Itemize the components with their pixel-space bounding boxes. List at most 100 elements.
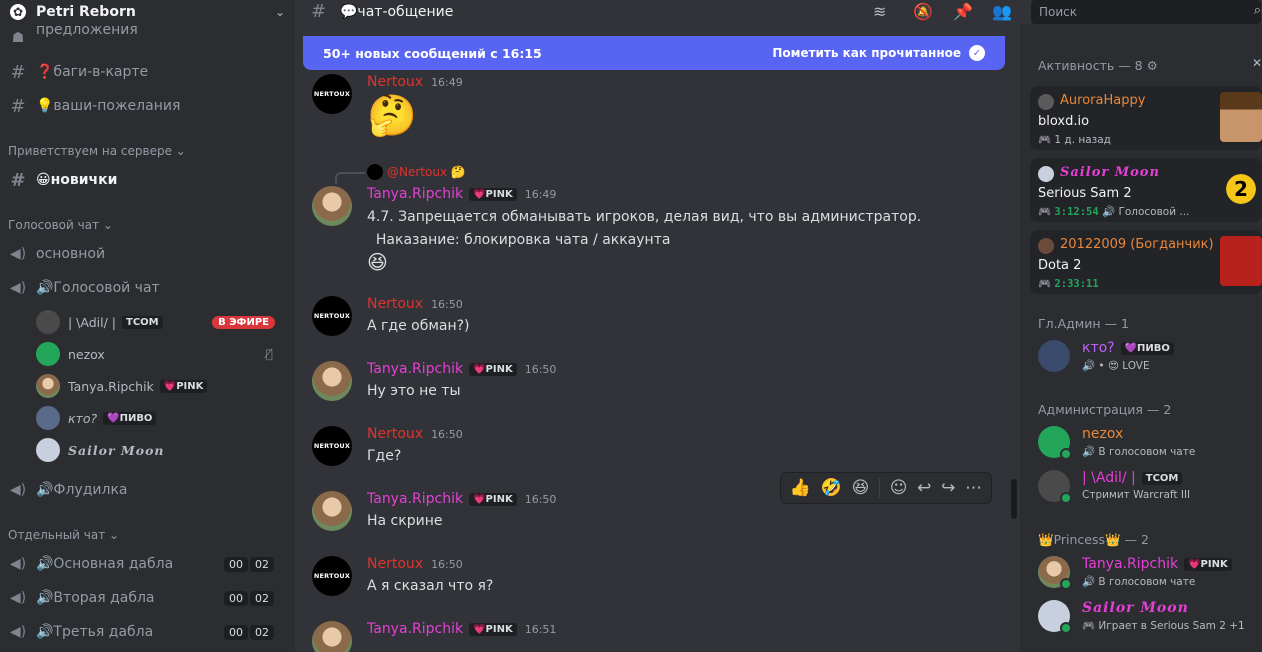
- voice-channel-voicechat[interactable]: ◀) 🔊Голосовой чат: [8, 274, 288, 302]
- mark-as-read-button[interactable]: Пометить как прочитанное: [772, 46, 961, 60]
- laughing-reaction[interactable]: 😆: [852, 478, 870, 498]
- search-box[interactable]: ⌕: [1031, 0, 1261, 24]
- scrollbar[interactable]: [1011, 479, 1017, 519]
- member-name: | \Adil/ | TCOM: [1082, 470, 1183, 486]
- add-reaction-icon[interactable]: ☺: [890, 478, 908, 498]
- category-separate[interactable]: Отдельный чат ⌄: [8, 528, 119, 542]
- online-status-dot: [1060, 578, 1072, 590]
- member-status: 🔊 В голосовом чате: [1082, 576, 1196, 588]
- avatar: [36, 438, 60, 462]
- voice-channel-duo-1[interactable]: ◀) 🔊Основная дабла 00 02: [8, 550, 288, 578]
- avatar[interactable]: NERTOUX: [312, 556, 352, 596]
- member-nezox[interactable]: nezox 🔊 В голосовом чате: [1038, 424, 1262, 460]
- voice-user-sailor[interactable]: Sailor Moon: [36, 437, 281, 463]
- channel-label: 🔊Третья дабла: [36, 624, 154, 640]
- channel-label: основной: [36, 246, 106, 262]
- member-name: Sailor Moon: [1082, 600, 1189, 616]
- voice-user-kto[interactable]: кто? 💜ПИВО: [36, 405, 281, 431]
- avatar: [1038, 238, 1054, 254]
- more-icon[interactable]: ⋯: [965, 478, 982, 498]
- activity-sub: 🎮 2:33:11: [1038, 278, 1099, 290]
- activity-card[interactable]: AuroraHappy bloxd.io 🎮 1 д. назад: [1030, 86, 1262, 150]
- message-actions-toolbar: 👍 🤣 😆 ☺ ↩ ↪ ⋯: [780, 472, 992, 504]
- channel-sidebar: ✿ Petri Reborn ⌄ ☗ предложения # ❓баги-в…: [0, 0, 295, 652]
- notifications-off-icon[interactable]: 🔕: [913, 2, 933, 21]
- member-adil[interactable]: | \Adil/ | TCOM Стримит Warcraft III: [1038, 468, 1262, 504]
- category-label: Отдельный чат: [8, 528, 106, 542]
- member-sailor[interactable]: Sailor Moon 🎮 Играет в Serious Sam 2 +1: [1038, 598, 1262, 634]
- hash-icon: #: [10, 95, 26, 117]
- avatar[interactable]: NERTOUX: [312, 426, 352, 466]
- counter-current: 00: [224, 624, 248, 640]
- message-header: Nertoux 16:50: [367, 426, 463, 442]
- avatar[interactable]: [312, 186, 352, 226]
- username[interactable]: Tanya.Ripchik: [367, 186, 463, 202]
- rofl-reaction[interactable]: 🤣: [821, 478, 842, 498]
- username[interactable]: Nertoux: [367, 296, 423, 312]
- username[interactable]: Tanya.Ripchik: [367, 361, 463, 377]
- game-thumbnail: [1220, 92, 1262, 142]
- channel-wishes[interactable]: # 💡ваши-пожелания: [8, 92, 288, 120]
- username[interactable]: Nertoux: [367, 556, 423, 572]
- chevron-down-icon[interactable]: ⌄: [275, 5, 285, 19]
- activity-card[interactable]: 20122009 (Богданчик) Dota 2 🎮 2:33:11: [1030, 230, 1262, 294]
- voice-user-name: nezox: [68, 346, 105, 362]
- timestamp: 16:50: [524, 362, 557, 376]
- thumbs-up-reaction[interactable]: 👍: [790, 478, 811, 498]
- username[interactable]: Tanya.Ripchik: [367, 621, 463, 637]
- user-tag: 💗PINK: [469, 362, 517, 376]
- members-list-icon[interactable]: 👥: [992, 2, 1012, 21]
- voice-channel-duo-2[interactable]: ◀) 🔊Вторая дабла 00 02: [8, 584, 288, 612]
- channel-label: 🔊Флудилка: [36, 482, 128, 498]
- counter-max: 02: [250, 624, 274, 640]
- pin-icon[interactable]: 📌: [953, 2, 973, 21]
- role-header-admins: Администрация — 2: [1038, 402, 1172, 417]
- channel-bugs[interactable]: # ❓баги-в-карте: [8, 58, 288, 86]
- message-text: 4.7. Запрещается обманывать игроков, дел…: [367, 209, 922, 225]
- voice-user-nezox[interactable]: nezox 🎙̸: [36, 341, 281, 367]
- message-header: Tanya.Ripchik 💗PINK 16:51: [367, 621, 556, 637]
- member-name-text: кто?: [1082, 340, 1115, 356]
- voice-user-adil[interactable]: | \Adil/ | TCOM В ЭФИРЕ: [36, 309, 281, 335]
- category-voice[interactable]: Голосовой чат ⌄: [8, 218, 113, 232]
- close-icon[interactable]: ✕: [1252, 56, 1262, 70]
- avatar[interactable]: NERTOUX: [312, 74, 352, 114]
- channel-newbies[interactable]: # 😀новички: [8, 166, 288, 194]
- username[interactable]: Tanya.Ripchik: [367, 491, 463, 507]
- avatar[interactable]: NERTOUX: [312, 296, 352, 336]
- search-input[interactable]: [1039, 5, 1239, 19]
- avatar[interactable]: [312, 361, 352, 401]
- activity-card[interactable]: Sailor Moon Serious Sam 2 🎮 3:12:54 🔊 Го…: [1030, 158, 1262, 222]
- username[interactable]: Nertoux: [367, 74, 423, 90]
- new-messages-bar[interactable]: 50+ новых сообщений с 16:15 Пометить как…: [303, 36, 1005, 70]
- role-header-head-admin: Гл.Админ — 1: [1038, 316, 1129, 331]
- message-header: Tanya.Ripchik 💗PINK 16:49: [367, 186, 556, 202]
- reply-reference[interactable]: @Nertoux 🤔: [367, 164, 466, 180]
- member-kto[interactable]: кто? 💜ПИВО 🔊 • 😍 LOVE: [1038, 338, 1262, 374]
- channel-label: 🔊Голосовой чат: [36, 280, 160, 296]
- channel-suggestions[interactable]: ☗ предложения: [8, 22, 288, 52]
- timestamp: 16:50: [431, 427, 463, 441]
- message-list: 50+ новых сообщений с 16:15 Пометить как…: [295, 24, 1020, 652]
- member-tanya[interactable]: Tanya.Ripchik 💗PINK 🔊 В голосовом чате: [1038, 554, 1262, 590]
- avatar[interactable]: [312, 621, 352, 652]
- voice-user-tanya[interactable]: Tanya.Ripchik 💗PINK: [36, 373, 281, 399]
- voice-channel-flood[interactable]: ◀) 🔊Флудилка: [8, 476, 288, 504]
- threads-icon[interactable]: ≋: [873, 2, 886, 21]
- channel-title: 💬чат-общение: [340, 4, 454, 20]
- divider: [879, 478, 881, 498]
- activity-user: Sailor Moon: [1060, 165, 1160, 180]
- server-header[interactable]: ✿ Petri Reborn ⌄: [0, 0, 295, 24]
- counter-max: 02: [250, 556, 274, 572]
- mark-read-icon: ✓: [969, 45, 985, 61]
- voice-channel-main[interactable]: ◀) основной: [8, 240, 288, 268]
- timestamp: 16:51: [524, 622, 557, 636]
- forward-icon[interactable]: ↪: [941, 478, 955, 498]
- user-tag: 💗PINK: [469, 187, 517, 201]
- reply-icon[interactable]: ↩: [917, 478, 931, 498]
- category-welcome[interactable]: Приветствуем на сервере ⌄: [8, 144, 186, 158]
- member-name-text: Tanya.Ripchik: [1082, 556, 1179, 572]
- voice-channel-duo-3[interactable]: ◀) 🔊Третья дабла 00 02: [8, 618, 288, 646]
- avatar[interactable]: [312, 491, 352, 531]
- username[interactable]: Nertoux: [367, 426, 423, 442]
